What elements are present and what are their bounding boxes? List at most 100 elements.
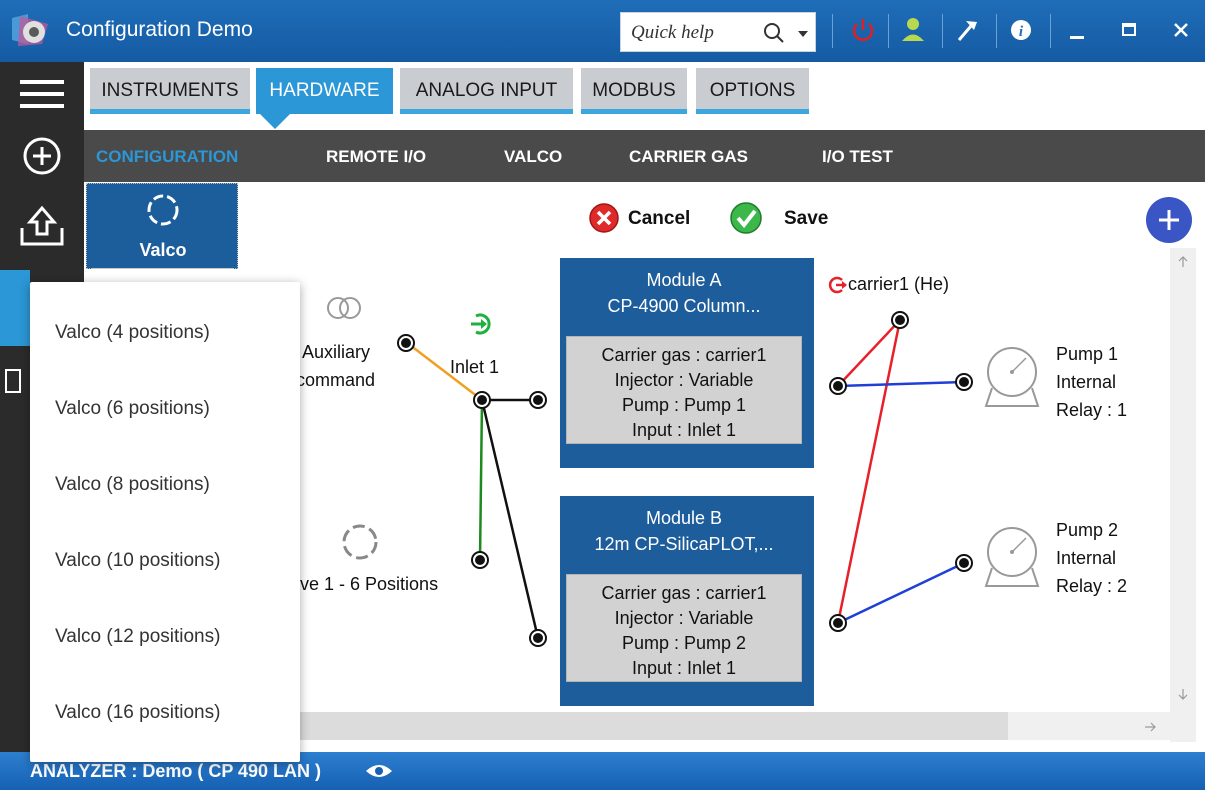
module-a-title: Module A — [646, 270, 722, 290]
pump2-connector[interactable] — [953, 552, 975, 574]
menu-item-valco-16[interactable]: Valco (16 positions) — [30, 675, 300, 751]
module-a-pump: Pump : Pump 1 — [621, 395, 747, 415]
subnav-carrier-gas[interactable]: CARRIER GAS — [629, 147, 748, 167]
tab-modbus[interactable]: MODBUS — [581, 68, 687, 114]
carrier-connector[interactable] — [889, 309, 911, 331]
module-b-pump: Pump : Pump 2 — [621, 633, 747, 653]
module-b-input-connector[interactable] — [527, 627, 549, 649]
inlet-connector[interactable] — [471, 389, 493, 411]
add-rail-button[interactable] — [0, 126, 84, 190]
inlet-icon — [471, 313, 491, 335]
upload-button[interactable] — [0, 198, 84, 262]
menu-item-valco-8[interactable]: Valco (8 positions) — [30, 447, 300, 523]
maximize-button[interactable] — [1112, 10, 1146, 50]
module-b-output-connector[interactable] — [827, 612, 849, 634]
module-b-details: Carrier gas : carrier1 Injector : Variab… — [566, 574, 802, 682]
pump1-connector[interactable] — [953, 371, 975, 393]
module-a-output-connector[interactable] — [827, 375, 849, 397]
info-button[interactable]: i — [1004, 10, 1038, 50]
title-bar: Configuration Demo Quick help i — [0, 0, 1205, 62]
tab-analog-input[interactable]: ANALOG INPUT — [400, 68, 573, 114]
menu-button[interactable] — [0, 62, 84, 126]
toolbar-divider — [888, 14, 889, 48]
module-a-details: Carrier gas : carrier1 Injector : Variab… — [566, 336, 802, 444]
active-rail-indicator[interactable] — [0, 270, 30, 346]
maximize-icon — [1122, 23, 1136, 36]
subnav-configuration[interactable]: CONFIGURATION — [96, 147, 238, 167]
plus-circle-icon — [23, 137, 61, 175]
search-icon[interactable] — [761, 18, 787, 46]
info-icon: i — [1011, 20, 1031, 40]
analyzer-status: ANALYZER : Demo ( CP 490 LAN ) — [30, 761, 322, 781]
menu-item-valco-4[interactable]: Valco (4 positions) — [30, 295, 300, 371]
chevron-down-icon[interactable] — [797, 23, 809, 43]
eye-icon[interactable] — [364, 761, 394, 781]
module-b-injector: Injector : Variable — [614, 608, 754, 628]
pump1-relay: Relay : 1 — [1056, 400, 1128, 420]
valco-tile-label: Valco — [139, 240, 187, 260]
auxiliary-icon — [327, 297, 361, 319]
inlet-module-b-line — [480, 399, 540, 639]
menu-item-valco-12[interactable]: Valco (12 positions) — [30, 599, 300, 675]
tab-hardware[interactable]: HARDWARE — [256, 68, 393, 114]
user-button[interactable] — [896, 10, 930, 50]
vertical-scrollbar[interactable] — [1170, 248, 1196, 742]
scroll-down-icon[interactable] — [1177, 688, 1189, 700]
tab-options[interactable]: OPTIONS — [696, 68, 809, 114]
auxiliary-connector[interactable] — [395, 332, 417, 354]
subnav-io-test[interactable]: I/O TEST — [822, 147, 893, 167]
cancel-icon[interactable] — [588, 202, 620, 234]
subnav-remote-io[interactable]: REMOTE I/O — [326, 147, 426, 167]
auxiliary-command-label: command — [296, 370, 376, 390]
module-a-input-connector[interactable] — [527, 389, 549, 411]
valco-tile-divider — [92, 268, 234, 269]
module-a-input: Input : Inlet 1 — [631, 420, 737, 440]
hammer-icon — [957, 21, 977, 41]
document-rail-button[interactable] — [0, 352, 30, 412]
toolbar-divider — [832, 14, 833, 48]
module-a-injector: Injector : Variable — [614, 370, 754, 390]
valve-connector[interactable] — [469, 549, 491, 571]
quick-help-input[interactable]: Quick help — [631, 22, 714, 44]
pump2-name: Pump 2 — [1056, 520, 1119, 540]
module-b[interactable]: Module B 12m CP-SilicaPLOT,... Carrier g… — [560, 496, 814, 706]
menu-item-valco-10[interactable]: Valco (10 positions) — [30, 523, 300, 599]
module-b-input: Input : Inlet 1 — [631, 658, 737, 678]
scroll-right-icon[interactable] — [1144, 721, 1156, 733]
tools-button[interactable] — [950, 10, 984, 50]
save-icon[interactable] — [728, 200, 764, 236]
minimize-button[interactable] — [1060, 10, 1094, 50]
power-button[interactable] — [846, 10, 880, 50]
configuration-canvas[interactable]: Cancel Save Auxiliary command Inlet 1 ve… — [240, 182, 1205, 752]
module-a[interactable]: Module A CP-4900 Column... Carrier gas :… — [560, 258, 814, 468]
user-icon — [902, 18, 924, 41]
carrier-label: carrier1 (He) — [848, 274, 950, 294]
cancel-button[interactable]: Cancel — [628, 208, 690, 230]
active-tab-pointer — [258, 112, 292, 129]
close-icon — [1174, 23, 1188, 37]
subnav-valco[interactable]: VALCO — [504, 147, 562, 167]
add-component-button[interactable] — [1146, 197, 1192, 243]
quick-help-search[interactable]: Quick help — [620, 12, 816, 52]
scroll-up-icon[interactable] — [1177, 256, 1189, 268]
tab-instruments[interactable]: INSTRUMENTS — [90, 68, 250, 114]
module-a-subtitle: CP-4900 Column... — [607, 296, 761, 316]
inlet-valve-line — [478, 399, 484, 561]
toolbar-divider — [1050, 14, 1051, 48]
power-icon — [852, 19, 874, 41]
pump-icon — [984, 347, 1040, 407]
valco-tile[interactable]: Valco — [86, 183, 238, 269]
menu-item-valco-6[interactable]: Valco (6 positions) — [30, 371, 300, 447]
valco-type-menu: Valco (4 positions) Valco (6 positions) … — [30, 282, 300, 762]
save-button[interactable]: Save — [784, 208, 828, 230]
valve-icon — [147, 194, 179, 226]
main-tabs: INSTRUMENTS HARDWARE ANALOG INPUT MODBUS… — [84, 62, 1205, 130]
module-a-carrier: Carrier gas : carrier1 — [601, 345, 767, 365]
carrier-gas-icon — [828, 276, 847, 294]
pump-icon — [984, 527, 1040, 587]
module-b-carrier: Carrier gas : carrier1 — [601, 583, 767, 603]
app-logo-icon — [12, 14, 48, 46]
toolbar-divider — [942, 14, 943, 48]
document-icon — [5, 369, 21, 393]
close-button[interactable] — [1164, 10, 1198, 50]
